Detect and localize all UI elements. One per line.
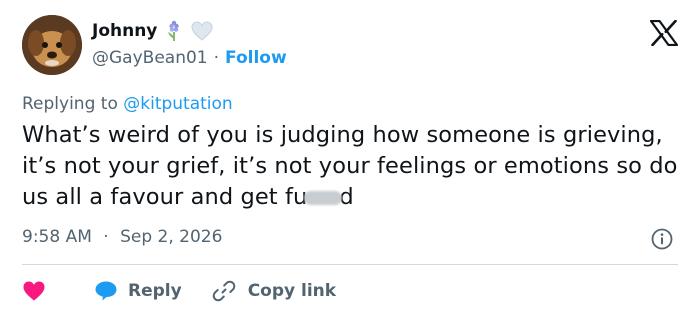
reply-label: Reply [128,281,182,301]
avatar[interactable] [22,15,82,75]
reply-button[interactable]: Reply [94,280,182,302]
tweet-date[interactable]: Sep 2, 2026 [120,227,222,247]
info-icon[interactable] [651,228,673,250]
divider [22,264,678,265]
copy-link-label: Copy link [247,281,337,301]
link-icon [212,280,235,302]
like-button[interactable] [22,280,46,302]
tweet-time[interactable]: 9:58 AM [22,227,92,247]
replying-prefix: Replying to [22,94,118,114]
action-bar: Reply Copy link [22,278,336,304]
speech-bubble-icon [95,281,117,301]
separator-dot: · [213,48,220,68]
replying-mention[interactable]: @kitputation [123,94,232,114]
censor-blur [304,191,343,205]
replying-to: Replying to @kitputation [22,94,233,114]
white-heart-emoji [191,21,213,41]
meta-separator: · [103,227,109,247]
follow-button[interactable]: Follow [225,48,287,68]
tweet-text: What’s weird of you is judging how someo… [22,120,692,213]
heart-icon [23,281,45,301]
copy-link-button[interactable]: Copy link [212,279,336,303]
author-name[interactable]: Johnny [92,21,157,41]
tweet-meta[interactable]: 9:58 AM · Sep 2, 2026 [22,227,222,247]
author-handle[interactable]: @GayBean01 [92,48,208,68]
hyacinth-emoji [164,20,184,42]
x-logo-icon[interactable] [649,19,679,47]
